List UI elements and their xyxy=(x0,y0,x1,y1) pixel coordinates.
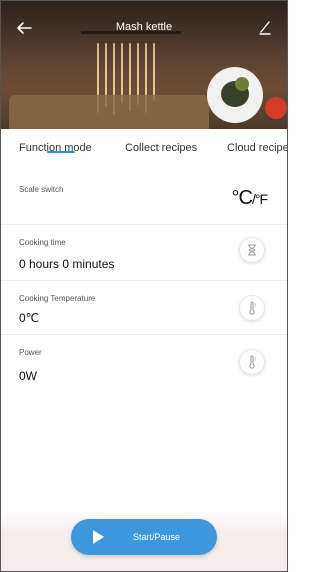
tab-bar: Function mode Collect recipes Cloud reci… xyxy=(1,129,287,163)
start-pause-button[interactable]: Start/Pause xyxy=(71,519,217,555)
unit-celsius: °C xyxy=(231,187,253,209)
power-row[interactable]: Power 0W xyxy=(1,335,287,391)
power-value: 0W xyxy=(19,369,37,383)
power-label: Power xyxy=(19,348,42,357)
cooking-time-button[interactable] xyxy=(239,237,265,263)
edit-icon[interactable] xyxy=(257,19,273,35)
cooking-temperature-row[interactable]: Cooking Temperature 0℃ xyxy=(1,281,287,335)
power-button[interactable] xyxy=(239,349,265,375)
cooking-time-label: Cooking time xyxy=(19,238,66,247)
temperature-unit-toggle[interactable]: °C/°F xyxy=(231,187,269,210)
tab-cloud-recipe[interactable]: Cloud recipe xyxy=(227,142,287,154)
cooking-temperature-value: 0℃ xyxy=(19,311,40,325)
cooking-temperature-button[interactable] xyxy=(239,295,265,321)
app-frame: Mash kettle Function mode Collect recipe… xyxy=(0,0,288,572)
thermometer-icon xyxy=(249,301,256,315)
scale-switch-label: Scale switch xyxy=(19,185,64,194)
unit-fahrenheit: /°F xyxy=(251,191,268,207)
active-tab-indicator xyxy=(47,151,75,153)
thermometer-icon xyxy=(249,355,256,369)
page-title: Mash kettle xyxy=(115,21,173,33)
play-icon xyxy=(93,530,104,544)
tab-collect-recipes[interactable]: Collect recipes xyxy=(125,142,197,154)
cooking-temperature-label: Cooking Temperature xyxy=(19,294,96,303)
start-pause-label: Start/Pause xyxy=(133,532,181,542)
cooking-time-row[interactable]: Cooking time 0 hours 0 minutes xyxy=(1,225,287,281)
cooking-time-value: 0 hours 0 minutes xyxy=(19,257,115,271)
hourglass-icon xyxy=(248,244,256,256)
